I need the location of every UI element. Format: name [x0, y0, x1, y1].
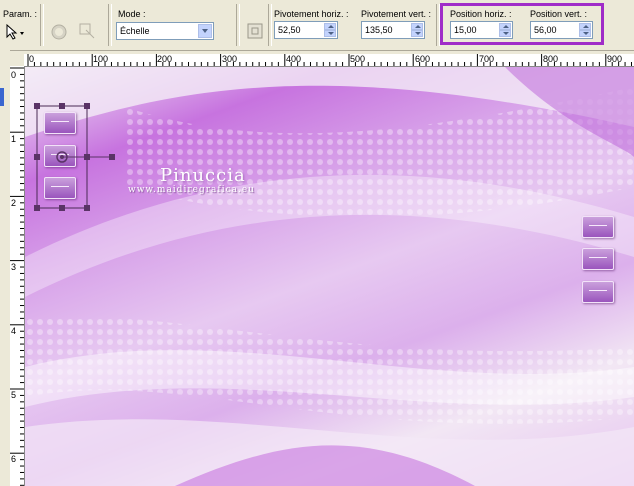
mode-label: Mode :	[118, 9, 146, 19]
ruler-tick-label: 4	[11, 326, 17, 336]
ruler-tick-label: 1	[11, 134, 17, 144]
ruler-tick-label: 2	[11, 198, 17, 208]
ruler-tick-label: 500	[350, 54, 366, 64]
pivot-vertical-value: 135,50	[365, 25, 393, 35]
ruler-corner	[10, 54, 24, 66]
pivot-horizontal-input[interactable]: 52,50	[274, 21, 338, 39]
resize-handle	[59, 205, 65, 211]
pointer-tool-icon[interactable]	[4, 23, 26, 41]
resize-handle	[34, 103, 40, 109]
pivot-vertical-input[interactable]: 135,50	[361, 21, 425, 39]
resize-handle	[34, 154, 40, 160]
pivot-horizontal-value: 52,50	[278, 25, 301, 35]
pivot-icon[interactable]	[246, 22, 264, 40]
resize-handle	[84, 103, 90, 109]
transform-icon[interactable]	[78, 22, 96, 40]
button-graphic	[582, 216, 614, 238]
tool-options-toolbar: Param. : Mode : Échelle Pivotement horiz…	[0, 0, 634, 51]
button-graphic	[582, 281, 614, 303]
mode-value: Échelle	[120, 26, 150, 36]
ruler-tick-label: 5	[11, 390, 17, 400]
chevron-down-icon[interactable]	[198, 24, 212, 38]
selection-bounding-box[interactable]	[30, 100, 150, 220]
ruler-tick-label: 6	[11, 454, 17, 464]
button-graphic	[582, 248, 614, 270]
image-canvas[interactable]: Pinuccia www.maidiregrafica.eu	[25, 67, 634, 486]
rotation-handle	[109, 154, 115, 160]
resize-handle	[34, 205, 40, 211]
watermark-title: Pinuccia	[160, 165, 246, 186]
ruler-tick-label: 200	[157, 54, 173, 64]
spin-up-icon[interactable]	[411, 23, 423, 30]
ruler-tick-label: 700	[479, 54, 495, 64]
resize-handle	[84, 205, 90, 211]
spin-down-icon[interactable]	[324, 30, 336, 37]
pivot-horizontal-label: Pivotement horiz. :	[274, 9, 349, 19]
vertical-ruler: 0 1 2 3 4 5 6	[10, 66, 25, 486]
ruler-tick-label: 600	[415, 54, 431, 64]
horizontal-ruler: 0 100 200 300 400 500 600 700 800 900	[10, 54, 634, 67]
pivot-vertical-label: Pivotement vert. :	[361, 9, 432, 19]
ruler-tick-label: 900	[607, 54, 623, 64]
mode-select[interactable]: Échelle	[116, 22, 214, 40]
spin-up-icon[interactable]	[324, 23, 336, 30]
ruler-tick-label: 800	[543, 54, 559, 64]
params-label: Param. :	[3, 9, 38, 19]
spin-down-icon[interactable]	[411, 30, 423, 37]
position-highlight-box	[440, 3, 604, 45]
left-panel-edge	[0, 50, 10, 486]
ruler-tick-label: 100	[93, 54, 109, 64]
reset-icon[interactable]	[50, 23, 68, 41]
resize-handle	[59, 103, 65, 109]
ruler-tick-label: 300	[222, 54, 238, 64]
ruler-tick-label: 0	[29, 54, 35, 64]
ruler-tick-label: 400	[286, 54, 302, 64]
panel-tab[interactable]	[0, 88, 4, 106]
ruler-tick-label: 0	[11, 70, 17, 80]
ruler-tick-label: 3	[11, 262, 17, 272]
